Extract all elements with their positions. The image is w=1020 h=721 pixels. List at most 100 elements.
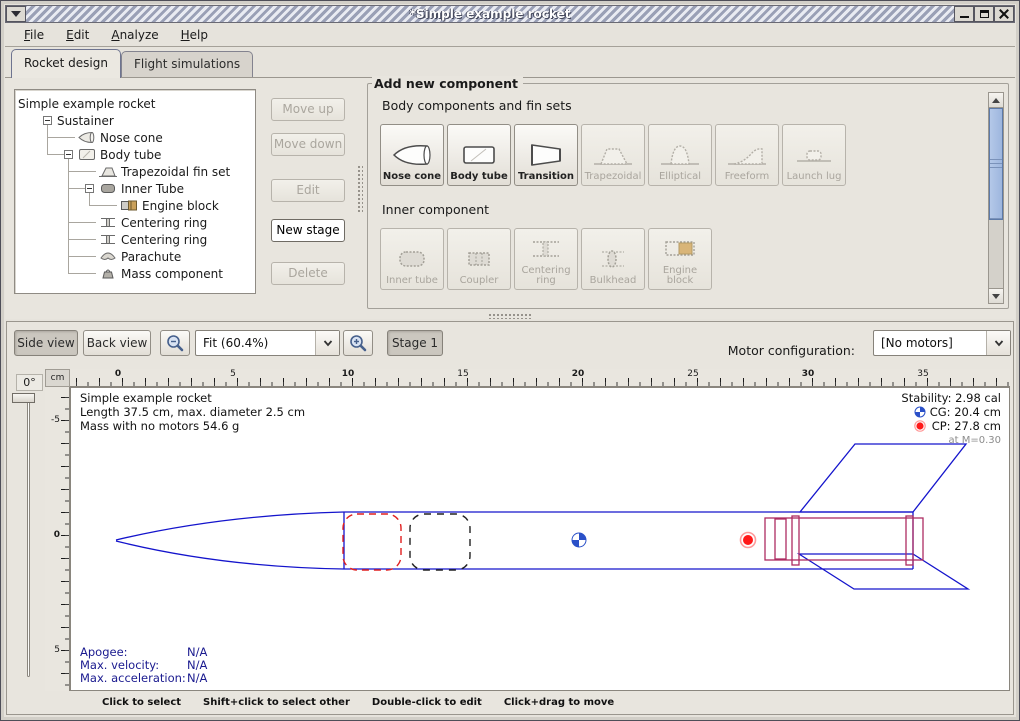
component-scrollbar[interactable] [988, 92, 1004, 304]
cg-legend-icon [915, 407, 925, 417]
tree-item-body-tube[interactable]: Body tube [15, 146, 255, 163]
trapezoidal-fin-icon [590, 140, 636, 170]
side-view-button[interactable]: Side view [14, 330, 78, 356]
add-centering-ring-button[interactable]: Centering ring [514, 228, 578, 290]
dropdown-arrow [986, 331, 1010, 355]
tree-item-nose-cone[interactable]: Nose cone [15, 129, 255, 146]
stage-1-toggle[interactable]: Stage 1 [387, 330, 443, 356]
arrow-up-icon [992, 98, 1000, 103]
menu-file[interactable]: File [15, 26, 53, 44]
add-inner-tube-button[interactable]: Inner tube [380, 228, 444, 290]
dropdown-arrow [315, 331, 339, 355]
rotation-slider-handle[interactable] [12, 393, 35, 403]
tree-item-parachute[interactable]: Parachute [15, 248, 255, 265]
add-coupler-button[interactable]: Coupler [447, 228, 511, 290]
ruler-unit-label: cm [45, 369, 70, 387]
menu-help[interactable]: Help [172, 26, 217, 44]
engine-block-shape[interactable] [775, 519, 786, 559]
scroll-down-button[interactable] [989, 288, 1003, 303]
zoom-out-button[interactable] [160, 330, 190, 356]
status-hints: Click to select Shift+click to select ot… [102, 697, 614, 708]
zoom-level-select[interactable]: Fit (60.4%) [195, 330, 340, 356]
group-title: Add new component [372, 76, 523, 91]
inner-tube-icon [389, 244, 435, 274]
cg-marker[interactable] [572, 533, 586, 547]
add-freeform-button[interactable]: Freeform [715, 124, 779, 186]
body-tube-icon [456, 140, 502, 170]
delete-button[interactable]: Delete [271, 262, 345, 285]
stability-value: Stability: 2.98 cal [901, 391, 1001, 405]
component-tree: Simple example rocket Sustainer Nose con… [14, 89, 256, 294]
motor-configuration-select[interactable]: [No motors] [873, 330, 1011, 356]
tab-flight-simulations[interactable]: Flight simulations [121, 51, 253, 77]
tree-item-inner-tube[interactable]: Inner Tube [15, 180, 255, 197]
minimize-icon [960, 16, 969, 18]
scroll-up-button[interactable] [989, 93, 1003, 108]
fin-shape-top[interactable] [800, 444, 966, 512]
move-up-button[interactable]: Move up [271, 98, 345, 121]
tree-item-centering-ring-1[interactable]: Centering ring [15, 214, 255, 231]
vertical-ruler: -5 0 5 [45, 387, 70, 691]
scrollbar-thumb[interactable] [989, 108, 1003, 220]
section-body-components: Body components and fin sets [382, 98, 572, 113]
motor-configuration-label: Motor configuration: [728, 343, 855, 358]
add-bulkhead-button[interactable]: Bulkhead [581, 228, 645, 290]
rotation-slider[interactable] [27, 397, 30, 677]
nose-cone-icon [389, 140, 435, 170]
centering-ring-shape[interactable] [906, 516, 913, 565]
nose-cone-icon [78, 131, 96, 144]
close-button[interactable] [994, 6, 1014, 22]
add-body-tube-button[interactable]: Body tube [447, 124, 511, 186]
centering-ring-shape[interactable] [792, 516, 799, 565]
tree-item-sustainer[interactable]: Sustainer [15, 112, 255, 129]
new-stage-button[interactable]: New stage [271, 219, 345, 242]
main-tabs: Rocket design Flight simulations [5, 47, 1015, 78]
tree-item-rocket[interactable]: Simple example rocket [15, 95, 255, 112]
parachute-icon [99, 250, 117, 263]
move-down-button[interactable]: Move down [271, 133, 345, 156]
rotation-angle-label: 0° [16, 374, 43, 391]
centering-ring-icon [99, 233, 117, 246]
add-elliptical-button[interactable]: Elliptical [648, 124, 712, 186]
tree-item-fin-set[interactable]: Trapezoidal fin set [15, 163, 255, 180]
add-nose-cone-button[interactable]: Nose cone [380, 124, 444, 186]
zoom-in-button[interactable] [343, 330, 373, 356]
tree-item-mass-component[interactable]: Mass component [15, 265, 255, 282]
tab-rocket-design[interactable]: Rocket design [11, 49, 121, 78]
add-engine-block-button[interactable]: Engine block [648, 228, 712, 290]
add-launch-lug-button[interactable]: Launch lug [782, 124, 846, 186]
dashed-component-front[interactable] [343, 514, 401, 570]
horizontal-splitter[interactable] [489, 314, 533, 319]
rocket-drawing: Simple example rocket Length 37.5 cm, ma… [71, 388, 1009, 690]
fin-shape-bottom[interactable] [799, 554, 968, 589]
cp-marker[interactable] [741, 533, 756, 548]
rocket-outline [116, 444, 968, 589]
design-upper-panel: Simple example rocket Sustainer Nose con… [5, 78, 1015, 319]
arrow-down-icon [992, 294, 1000, 299]
back-view-button[interactable]: Back view [83, 330, 151, 356]
motor-configuration-value: [No motors] [874, 336, 986, 350]
app-window: *Simple example rocket File Edit Analyze… [0, 0, 1020, 721]
dashed-component-rear[interactable] [410, 514, 470, 570]
nose-cone-shape[interactable] [116, 541, 344, 569]
menu-analyze[interactable]: Analyze [102, 26, 167, 44]
horizontal-ruler: 0 5 10 15 20 25 30 35 [70, 369, 1010, 387]
title-bar: *Simple example rocket [5, 5, 1015, 23]
window-menu-button[interactable] [6, 6, 26, 22]
cg-quadrant [579, 533, 586, 540]
tree-item-engine-block[interactable]: Engine block [15, 197, 255, 214]
edit-button[interactable]: Edit [271, 179, 345, 202]
minimize-button[interactable] [954, 6, 974, 22]
add-trapezoidal-button[interactable]: Trapezoidal [581, 124, 645, 186]
nose-cone-shape[interactable] [116, 512, 344, 540]
trapezoidal-fin-icon [99, 165, 117, 178]
chevron-down-icon [992, 336, 1006, 350]
maximize-button[interactable] [974, 6, 994, 22]
tree-item-centering-ring-2[interactable]: Centering ring [15, 231, 255, 248]
chevron-down-icon [321, 336, 335, 350]
menu-edit[interactable]: Edit [57, 26, 98, 44]
add-transition-button[interactable]: Transition [514, 124, 578, 186]
vertical-splitter[interactable] [358, 166, 363, 214]
cp-legend-icon [915, 421, 925, 431]
rocket-canvas[interactable]: Simple example rocket Length 37.5 cm, ma… [70, 387, 1010, 691]
